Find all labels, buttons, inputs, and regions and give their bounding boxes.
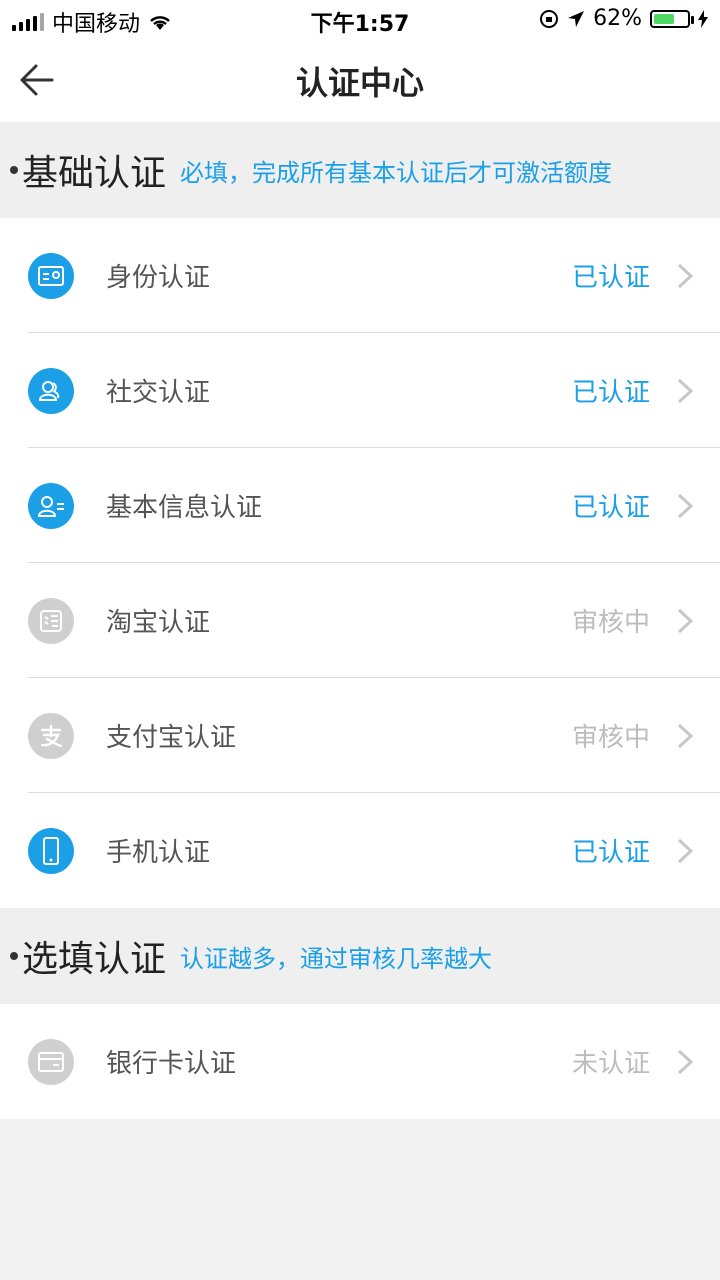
item-status: 已认证 xyxy=(571,378,650,408)
id-card-icon xyxy=(28,252,74,299)
bank-card-icon xyxy=(28,1038,74,1085)
item-label: 社交认证 xyxy=(106,378,211,408)
bullet-icon xyxy=(10,952,18,960)
item-status: 审核中 xyxy=(571,723,650,753)
chevron-right-icon xyxy=(677,723,694,748)
section-header-optional: 选填认证 认证越多，通过审核几率越大 xyxy=(0,908,720,1004)
chevron-right-icon xyxy=(677,378,694,403)
contacts-icon xyxy=(28,367,74,414)
user-info-icon xyxy=(28,482,74,529)
chevron-right-icon xyxy=(677,493,694,518)
bullet-icon xyxy=(10,166,18,174)
battery-icon xyxy=(650,9,694,28)
alipay-icon xyxy=(28,712,74,759)
list-item-basic-info[interactable]: 基本信息认证 已认证 xyxy=(0,448,720,563)
chevron-right-icon xyxy=(677,608,694,633)
section-title: 基础认证 xyxy=(22,153,167,194)
item-label: 身份认证 xyxy=(106,263,211,293)
battery-percent: 62% xyxy=(593,6,642,31)
list-item-identity[interactable]: 身份认证 已认证 xyxy=(0,218,720,333)
nav-bar: 认证中心 xyxy=(0,40,720,122)
item-status: 审核中 xyxy=(571,608,650,638)
item-status: 已认证 xyxy=(571,493,650,523)
status-bar: 中国移动 下午1:57 62% xyxy=(0,0,720,40)
taobao-icon xyxy=(28,597,74,644)
list-item-taobao[interactable]: 淘宝认证 审核中 xyxy=(0,563,720,678)
list-item-phone[interactable]: 手机认证 已认证 xyxy=(0,793,720,908)
phone-icon xyxy=(28,827,74,874)
list-item-social[interactable]: 社交认证 已认证 xyxy=(0,333,720,448)
item-status: 已认证 xyxy=(571,263,650,293)
section-header-basic: 基础认证 必填，完成所有基本认证后才可激活额度 xyxy=(0,122,720,218)
item-label: 淘宝认证 xyxy=(106,608,211,638)
item-label: 支付宝认证 xyxy=(106,723,237,753)
item-label: 手机认证 xyxy=(106,838,211,868)
item-label: 银行卡认证 xyxy=(106,1049,237,1079)
item-status: 已认证 xyxy=(571,838,650,868)
item-status: 未认证 xyxy=(571,1049,650,1079)
location-icon xyxy=(568,10,585,27)
chevron-right-icon xyxy=(677,1049,694,1074)
orientation-lock-icon xyxy=(540,9,559,28)
chevron-right-icon xyxy=(677,838,694,863)
basic-cert-list: 身份认证 已认证 社交认证 已认证 基本信息认证 已认证 淘宝认证 审核中 支付… xyxy=(0,218,720,908)
section-hint: 认证越多，通过审核几率越大 xyxy=(180,944,493,973)
page-title: 认证中心 xyxy=(295,64,424,102)
section-title: 选填认证 xyxy=(22,939,167,980)
list-item-alipay[interactable]: 支付宝认证 审核中 xyxy=(0,678,720,793)
list-item-bank-card[interactable]: 银行卡认证 未认证 xyxy=(0,1004,720,1119)
empty-area xyxy=(0,1119,720,1277)
optional-cert-list: 银行卡认证 未认证 xyxy=(0,1004,720,1119)
chevron-right-icon xyxy=(677,263,694,288)
section-hint: 必填，完成所有基本认证后才可激活额度 xyxy=(180,158,613,187)
charging-icon xyxy=(698,9,708,28)
item-label: 基本信息认证 xyxy=(106,493,263,523)
